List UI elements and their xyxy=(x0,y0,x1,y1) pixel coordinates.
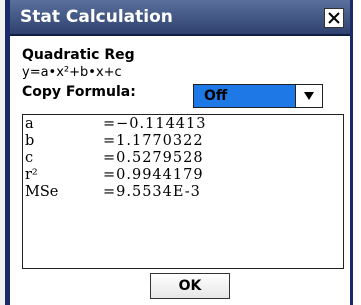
result-name: r² xyxy=(25,167,38,183)
result-name: c xyxy=(25,150,34,166)
close-button[interactable] xyxy=(324,8,344,28)
regression-formula: y=a•x²+b•x+c xyxy=(22,65,122,80)
regression-type: Quadratic Reg xyxy=(22,47,135,63)
title-bar: Stat Calculation xyxy=(10,0,350,36)
copy-formula-label: Copy Formula: xyxy=(22,84,136,100)
ok-button[interactable]: OK xyxy=(150,273,230,299)
result-name: MSe xyxy=(25,184,59,200)
result-name: a xyxy=(25,116,34,132)
stat-calculation-dialog: Stat Calculation Quadratic Reg y=a•x²+b•… xyxy=(7,0,353,305)
result-value: =0.5279528 xyxy=(103,150,204,166)
result-value: =9.5534E-3 xyxy=(103,184,201,200)
copy-formula-selected-value[interactable]: Off xyxy=(194,85,296,107)
copy-formula-select[interactable]: Off xyxy=(193,84,323,108)
copy-formula-dropdown-button[interactable] xyxy=(296,85,322,107)
close-x-icon xyxy=(328,12,340,24)
result-name: b xyxy=(25,133,35,149)
background-edge xyxy=(0,0,7,305)
result-value: =1.1770322 xyxy=(103,133,204,149)
result-value: =−0.114413 xyxy=(103,116,207,132)
chevron-down-icon xyxy=(304,92,314,100)
dialog-title: Stat Calculation xyxy=(20,7,173,27)
results-list[interactable]: a =−0.114413 b =1.1770322 c =0.5279528 r… xyxy=(22,114,344,269)
result-value: =0.9944179 xyxy=(103,167,204,183)
